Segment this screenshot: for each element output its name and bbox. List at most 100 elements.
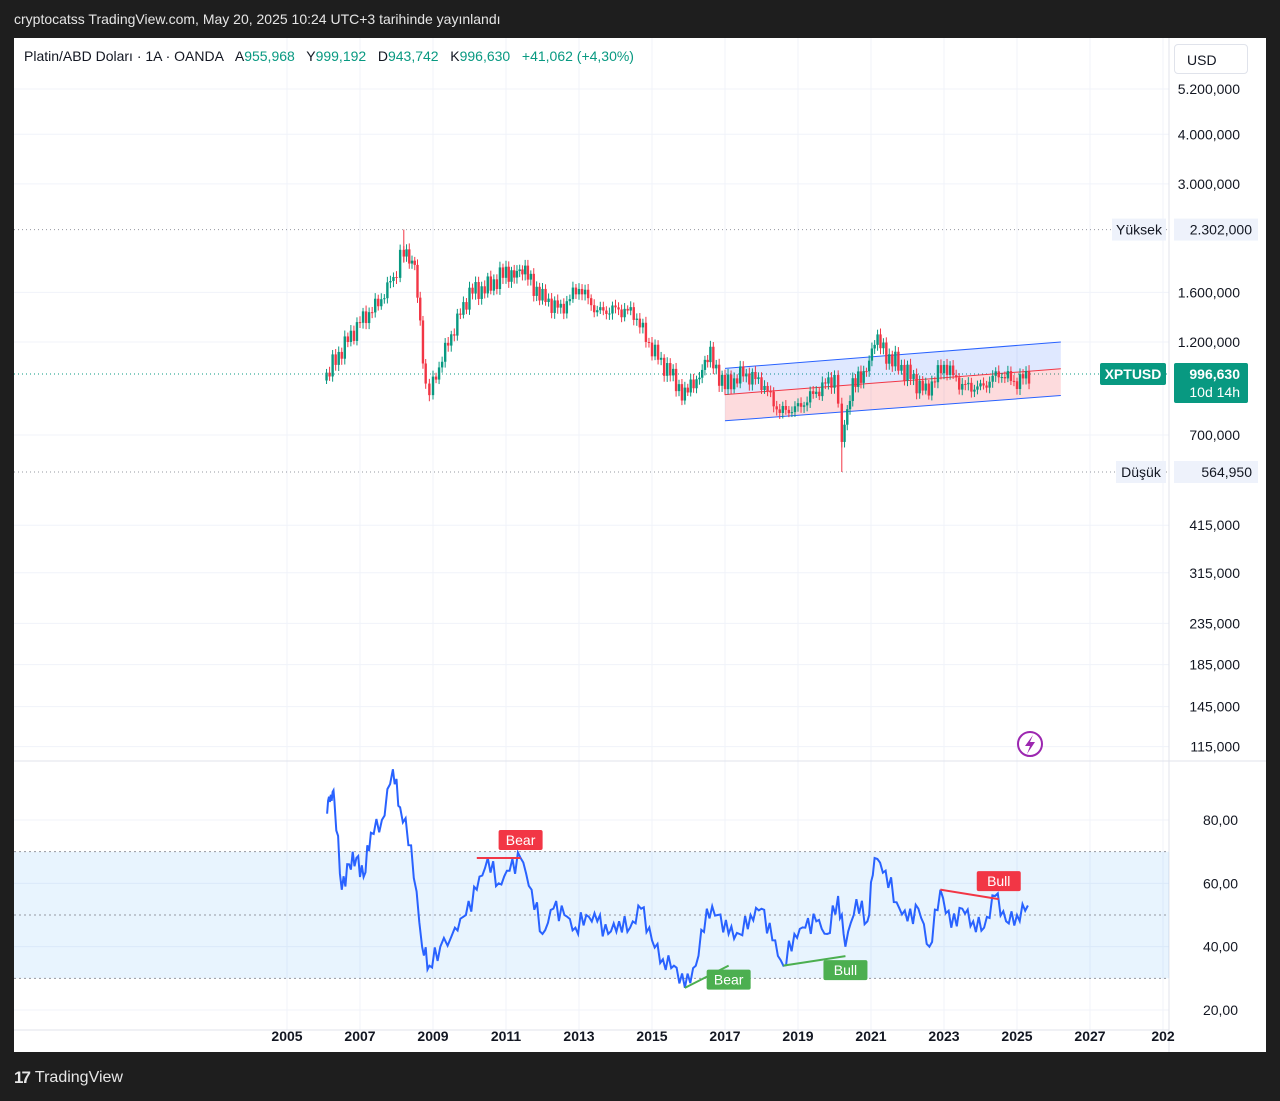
- candle-body: [815, 391, 818, 394]
- time-tick: 2007: [344, 1028, 375, 1044]
- tradingview-logo[interactable]: 17 TradingView: [14, 1068, 123, 1088]
- candle-body: [662, 357, 666, 376]
- candle-body: [961, 383, 964, 390]
- candle-body: [1027, 371, 1031, 384]
- candle-body: [735, 378, 739, 384]
- footer: 17 TradingView: [0, 1052, 1280, 1101]
- price-tick: 235,000: [1189, 615, 1240, 631]
- candle-body: [586, 289, 590, 299]
- price-tick: 415,000: [1189, 517, 1240, 533]
- candle-body: [504, 266, 508, 278]
- candle-body: [521, 269, 524, 275]
- candle-body: [772, 391, 775, 407]
- candle-body: [824, 382, 827, 384]
- candle-body: [784, 405, 788, 410]
- candle-body: [605, 310, 608, 314]
- candle-body: [377, 298, 380, 307]
- price-tick: 1.200,000: [1178, 334, 1240, 350]
- candle-body: [518, 269, 521, 272]
- candle-body: [556, 300, 559, 308]
- candle-body: [848, 400, 852, 410]
- candle-body: [709, 346, 712, 363]
- candle-body: [629, 307, 632, 311]
- candle-body: [729, 374, 733, 390]
- candle-body: [927, 383, 930, 396]
- candle-body: [808, 391, 812, 403]
- candle-body: [617, 307, 620, 310]
- chart-panel[interactable]: Bear Bear Bull Bull 5.200,000 4.000,000 3.000,…: [14, 38, 1266, 1052]
- candle-body: [793, 406, 797, 413]
- candle-body: [666, 363, 669, 376]
- candle-body: [942, 364, 946, 374]
- candle-body: [626, 308, 629, 311]
- candle-body: [532, 273, 535, 296]
- candle-body: [912, 374, 915, 379]
- low-tag-value: 564,950: [1201, 464, 1252, 480]
- candle-body: [1009, 371, 1013, 381]
- candle-body: [471, 287, 474, 294]
- candle-body: [683, 387, 687, 401]
- close-label: K: [450, 48, 460, 64]
- candle-body: [805, 402, 809, 406]
- candle-body: [453, 334, 456, 336]
- candle-body: [583, 289, 587, 295]
- candle-body: [717, 364, 721, 386]
- candle-body: [589, 298, 593, 306]
- candle-body: [443, 342, 447, 362]
- candle-body: [1015, 381, 1019, 389]
- candle-body: [802, 405, 806, 407]
- candle-body: [340, 351, 343, 359]
- currency-button[interactable]: USD: [1174, 44, 1248, 74]
- price-chart-svg[interactable]: Bear Bear Bull Bull 5.200,000 4.000,000 3.000,…: [14, 38, 1266, 1052]
- candle-body: [698, 377, 701, 380]
- candle-body: [732, 378, 736, 390]
- time-tick: 2015: [636, 1028, 667, 1044]
- candle-body: [894, 351, 897, 367]
- candle-body: [997, 371, 1000, 378]
- candle-body: [364, 311, 368, 324]
- candle-body: [760, 377, 763, 391]
- candle-body: [580, 288, 584, 295]
- high-value: 999,192: [315, 48, 367, 64]
- candle-body: [930, 381, 934, 396]
- candle-body: [757, 377, 760, 380]
- symbol-title[interactable]: Platin/ABD Doları · 1A · OANDA: [24, 48, 224, 64]
- candle-body: [948, 365, 952, 375]
- candle-body: [1000, 377, 1003, 379]
- candle-body: [392, 276, 395, 282]
- candle-body: [954, 375, 958, 378]
- candle-body: [370, 312, 374, 314]
- candle-body: [991, 375, 994, 382]
- high-tag-label: Yüksek: [1116, 222, 1163, 238]
- divergence-label: Bear: [506, 832, 536, 848]
- candle-body: [523, 265, 527, 275]
- candle-body: [456, 313, 459, 336]
- candle-body: [507, 266, 510, 282]
- candle-body: [398, 249, 402, 278]
- rsi-tick: 20,00: [1203, 1002, 1238, 1018]
- candle-body: [465, 302, 468, 310]
- low-tag-label: Düşük: [1121, 464, 1162, 480]
- candle-body: [906, 364, 909, 381]
- candle-body: [574, 287, 578, 295]
- candle-body: [562, 303, 565, 314]
- candle-body: [568, 299, 572, 302]
- candle-body: [635, 318, 638, 320]
- high-tag-value: 2.302,000: [1190, 222, 1252, 238]
- candle-body: [836, 374, 840, 404]
- candle-body: [440, 361, 444, 368]
- candle-body: [939, 365, 943, 374]
- candle-body: [538, 286, 541, 301]
- candle-body: [851, 378, 854, 401]
- candle-body: [799, 403, 803, 407]
- candle-body: [644, 322, 648, 342]
- candle-body: [885, 342, 888, 364]
- candle-body: [424, 363, 427, 384]
- candle-body: [951, 365, 955, 376]
- candle-body: [334, 354, 337, 365]
- candle-body: [459, 313, 462, 315]
- candle-body: [480, 286, 483, 299]
- candle-body: [410, 260, 414, 264]
- candle-body: [413, 260, 416, 265]
- candle-body: [593, 305, 596, 313]
